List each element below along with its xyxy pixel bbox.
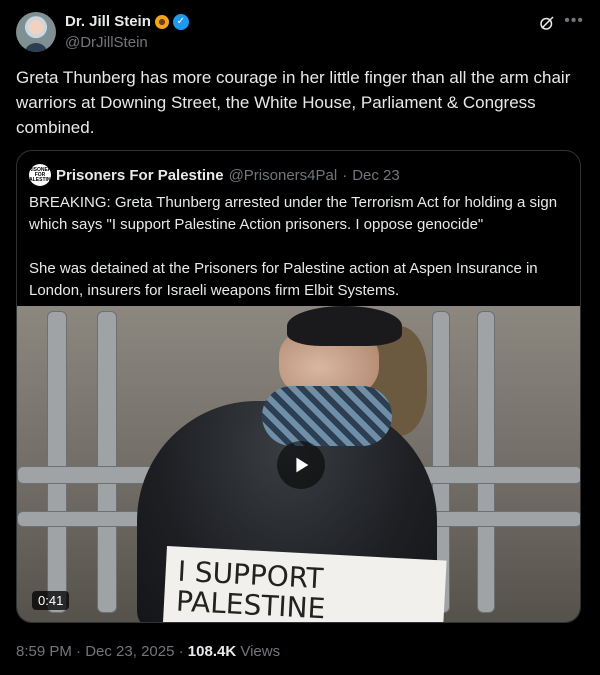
quoted-author-handle[interactable]: @Prisoners4Pal [229, 167, 338, 184]
video-duration: 0:41 [32, 591, 70, 610]
quoted-author-name[interactable]: Prisoners For Palestine [56, 167, 224, 184]
play-button[interactable] [277, 441, 325, 489]
views-count: 108.4K [187, 643, 237, 660]
tweet-date[interactable]: Dec 23, 2025 [85, 643, 174, 660]
views-label: Views [240, 643, 281, 660]
quoted-date[interactable]: Dec 23 [352, 167, 400, 184]
quoted-author-avatar[interactable]: PRISONERS FOR PALESTINE [25, 164, 55, 186]
video-player[interactable]: I SUPPORT PALESTINE 0:41 [17, 306, 580, 622]
quoted-tweet-text: BREAKING: Greta Thunberg arrested under … [29, 194, 558, 299]
play-icon [296, 457, 309, 473]
more-icon[interactable]: ••• [564, 12, 584, 30]
author-handle[interactable]: @DrJillStein [65, 34, 148, 51]
quoted-tweet[interactable]: PRISONERS FOR PALESTINE Prisoners For Pa… [16, 150, 581, 623]
grok-icon[interactable] [538, 14, 556, 32]
person-hat [287, 306, 402, 346]
person-scarf [262, 386, 392, 446]
meta-separator: · [76, 643, 82, 660]
tweet-header: Dr. Jill Stein ✓ @DrJillStein ••• [16, 12, 584, 54]
author-display-name[interactable]: Dr. Jill Stein [65, 13, 151, 30]
verified-badge-icon[interactable]: ✓ [172, 13, 189, 30]
tweet-meta: 8:59 PM · Dec 23, 2025 · 108.4K Views [16, 643, 280, 660]
barrier-rail [477, 311, 495, 613]
author-name-row: Dr. Jill Stein ✓ [65, 13, 189, 30]
author-avatar[interactable] [16, 12, 56, 52]
tweet-time[interactable]: 8:59 PM [16, 643, 72, 660]
barrier-rail [97, 311, 117, 613]
separator-dot: · [342, 166, 348, 184]
tweet-text: Greta Thunberg has more courage in her l… [16, 68, 576, 137]
barrier-rail [47, 311, 67, 613]
quoted-tweet-header: PRISONERS FOR PALESTINE Prisoners For Pa… [25, 164, 400, 186]
sunflower-icon [154, 14, 169, 29]
protest-sign-text: I SUPPORT PALESTINE [175, 554, 327, 622]
meta-separator-2: · [178, 643, 184, 660]
